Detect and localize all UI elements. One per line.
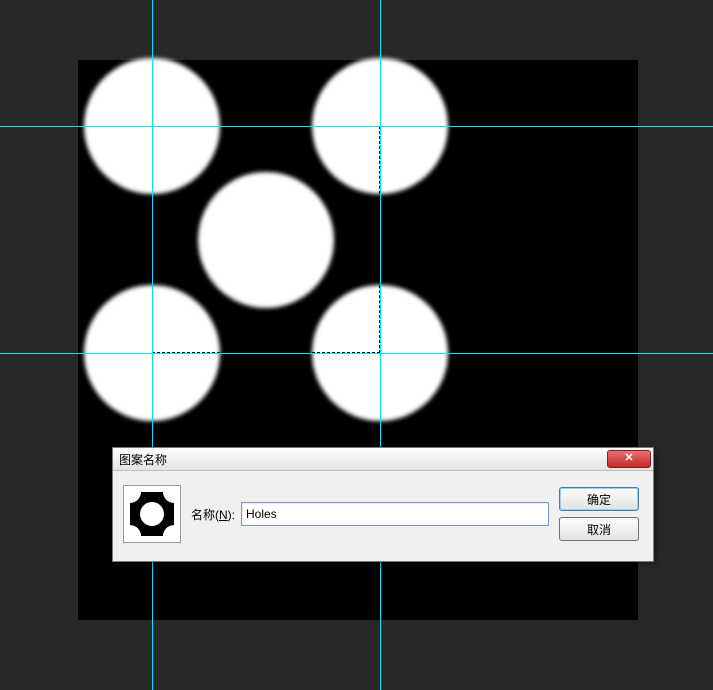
pattern-thumbnail xyxy=(123,485,181,543)
guide-vertical-2[interactable] xyxy=(380,0,381,690)
dialog-close-button[interactable]: ✕ xyxy=(607,450,651,468)
guide-horizontal-1[interactable] xyxy=(0,126,713,127)
name-input[interactable] xyxy=(241,502,549,526)
cancel-button[interactable]: 取消 xyxy=(559,517,639,541)
name-field: 名称(N): xyxy=(191,502,549,526)
ok-button[interactable]: 确定 xyxy=(559,487,639,511)
dialog-body: 名称(N): 确定 取消 xyxy=(113,471,653,561)
close-icon: ✕ xyxy=(624,453,633,464)
pattern-name-dialog: 图案名称 ✕ 名称(N): xyxy=(112,447,654,562)
dialog-title: 图案名称 xyxy=(119,451,167,468)
dialog-titlebar[interactable]: 图案名称 ✕ xyxy=(113,448,653,471)
selection-marquee xyxy=(152,126,380,353)
pattern-thumbnail-icon xyxy=(124,486,180,542)
editor-stage: 图案名称 ✕ 名称(N): xyxy=(0,0,713,690)
dialog-buttons: 确定 取消 xyxy=(559,487,643,541)
name-label: 名称(N): xyxy=(191,506,235,523)
guide-vertical-1[interactable] xyxy=(152,0,153,690)
guide-horizontal-2[interactable] xyxy=(0,353,713,354)
